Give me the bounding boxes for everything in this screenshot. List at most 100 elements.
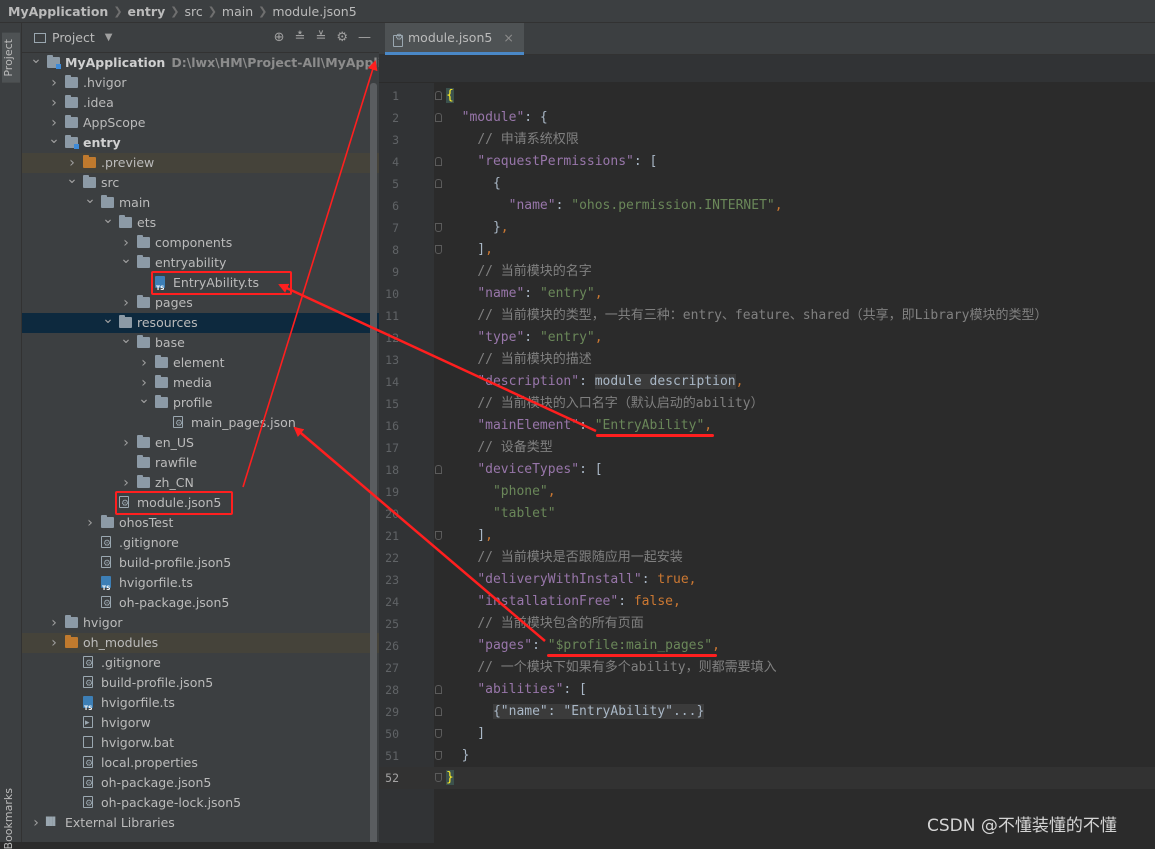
tree-item-myapplication[interactable]: ⌄ MyApplication D:\lwx\HM\Project-All\MyAp… bbox=[22, 51, 379, 73]
tree-item-hvigor[interactable]: › .hvigor bbox=[22, 73, 379, 93]
fold-marker-icon[interactable] bbox=[435, 773, 442, 782]
code-line[interactable]: 13 // 当前模块的描述 bbox=[379, 349, 1155, 371]
chevron-right-icon[interactable]: › bbox=[120, 473, 132, 493]
tree-item-oh-package-lock-json5[interactable]: oh-package-lock.json5 bbox=[22, 793, 379, 814]
bookmarks-tool-tab[interactable]: Bookmarks bbox=[2, 788, 15, 849]
code-line[interactable]: 24 "installationFree": false, bbox=[379, 591, 1155, 613]
tree-item-appscope[interactable]: › AppScope bbox=[22, 113, 379, 133]
project-tool-tab[interactable]: Project bbox=[2, 33, 20, 83]
chevron-down-icon[interactable]: ⌄ bbox=[102, 309, 114, 329]
fold-marker-icon[interactable] bbox=[435, 157, 442, 166]
chevron-down-icon[interactable]: ⌄ bbox=[48, 129, 60, 149]
code-line[interactable]: 20 "tablet" bbox=[379, 503, 1155, 525]
code-line[interactable]: 23 "deliveryWithInstall": true, bbox=[379, 569, 1155, 591]
tree-item-hvigorw[interactable]: hvigorw bbox=[22, 713, 379, 733]
code-line[interactable]: 16 "mainElement": "EntryAbility", bbox=[379, 415, 1155, 437]
fold-marker-icon[interactable] bbox=[435, 531, 442, 540]
fold-marker-icon[interactable] bbox=[435, 465, 442, 474]
tree-item-zh-cn[interactable]: › zh_CN bbox=[22, 473, 379, 493]
code-line[interactable]: 3 // 申请系统权限 bbox=[379, 129, 1155, 151]
code-area[interactable]: 1{2 "module": {3 // 申请系统权限 4 "requestPerm… bbox=[379, 85, 1155, 789]
tree-item-base[interactable]: ⌄ base bbox=[22, 331, 379, 353]
chevron-down-icon[interactable]: ⌄ bbox=[102, 209, 114, 229]
breadcrumb-item[interactable]: MyApplication bbox=[8, 4, 108, 19]
code-line[interactable]: 2 "module": { bbox=[379, 107, 1155, 129]
tree-item-hvigorfile-ts[interactable]: hvigorfile.ts bbox=[22, 693, 379, 719]
chevron-down-icon[interactable]: ⌄ bbox=[84, 189, 96, 209]
code-line[interactable]: 14 "description": module description, bbox=[379, 371, 1155, 393]
tree-item-en-us[interactable]: › en_US bbox=[22, 433, 379, 453]
fold-marker-icon[interactable] bbox=[435, 751, 442, 760]
chevron-right-icon[interactable]: › bbox=[48, 73, 60, 93]
breadcrumb-item[interactable]: src bbox=[184, 4, 202, 19]
chevron-right-icon[interactable]: › bbox=[48, 633, 60, 653]
tab-module-json5[interactable]: module.json5 × bbox=[385, 23, 524, 55]
tree-item-src[interactable]: ⌄ src bbox=[22, 171, 379, 193]
tree-item-oh-package-json5[interactable]: oh-package.json5 bbox=[22, 773, 379, 794]
chevron-down-icon[interactable]: ⌄ bbox=[30, 49, 42, 69]
expand-all-icon[interactable]: ≛ bbox=[295, 30, 306, 45]
tree-item-ohostest[interactable]: › ohosTest bbox=[22, 513, 379, 533]
tree-item-external-libraries[interactable]: › External Libraries bbox=[22, 812, 379, 833]
tree-item-entryability-ts[interactable]: EntryAbility.ts bbox=[22, 271, 379, 299]
breadcrumb-item[interactable]: module.json5 bbox=[272, 4, 356, 19]
chevron-down-icon[interactable]: ⌄ bbox=[66, 169, 78, 189]
tree-item-entry[interactable]: ⌄ entry bbox=[22, 131, 379, 153]
code-line[interactable]: 6 "name": "ohos.permission.INTERNET", bbox=[379, 195, 1155, 217]
chevron-right-icon[interactable]: › bbox=[84, 513, 96, 533]
fold-marker-icon[interactable] bbox=[435, 179, 442, 188]
gear-icon[interactable]: ⚙ bbox=[336, 30, 348, 45]
tree-item-module-json5[interactable]: module.json5 bbox=[22, 491, 379, 515]
chevron-right-icon[interactable]: › bbox=[48, 613, 60, 633]
hide-panel-icon[interactable]: — bbox=[358, 30, 371, 45]
code-line[interactable]: 50 ] bbox=[379, 723, 1155, 745]
locate-file-icon[interactable]: ⊕ bbox=[274, 30, 285, 45]
code-line[interactable]: 27 // 一个模块下如果有多个ability，则都需要填入 bbox=[379, 657, 1155, 679]
chevron-right-icon[interactable]: › bbox=[138, 353, 150, 373]
tree-item-resources[interactable]: ⌄ resources bbox=[22, 311, 379, 333]
chevron-right-icon[interactable]: › bbox=[120, 433, 132, 453]
code-line[interactable]: 4 "requestPermissions": [ bbox=[379, 151, 1155, 173]
tree-item-local-properties[interactable]: local.properties bbox=[22, 753, 379, 774]
tree-item-element[interactable]: › element bbox=[22, 353, 379, 373]
breadcrumb-item[interactable]: entry bbox=[128, 4, 166, 19]
code-line[interactable]: 9 // 当前模块的名字 bbox=[379, 261, 1155, 283]
fold-marker-icon[interactable] bbox=[435, 113, 442, 122]
tree-item-rawfile[interactable]: rawfile bbox=[22, 453, 379, 473]
chevron-down-icon[interactable]: ⌄ bbox=[120, 249, 132, 269]
code-line[interactable]: 29 {"name": "EntryAbility"...} bbox=[379, 701, 1155, 723]
code-line[interactable]: 8 ], bbox=[379, 239, 1155, 261]
chevron-down-icon[interactable]: ▼ bbox=[105, 32, 113, 43]
tree-item-build-profile-json5[interactable]: build-profile.json5 bbox=[22, 553, 379, 574]
fold-marker-icon[interactable] bbox=[435, 223, 442, 232]
tree-item-hvigorfile-ts[interactable]: hvigorfile.ts bbox=[22, 573, 379, 599]
code-line[interactable]: 19 "phone", bbox=[379, 481, 1155, 503]
tree-item-build-profile-json5[interactable]: build-profile.json5 bbox=[22, 673, 379, 694]
fold-marker-icon[interactable] bbox=[435, 245, 442, 254]
tree-item-main[interactable]: ⌄ main bbox=[22, 191, 379, 213]
tree-item-hvigor[interactable]: › hvigor bbox=[22, 613, 379, 633]
code-line[interactable]: 25 // 当前模块包含的所有页面 bbox=[379, 613, 1155, 635]
collapse-all-icon[interactable]: ≚ bbox=[315, 30, 326, 45]
tree-item-ets[interactable]: ⌄ ets bbox=[22, 211, 379, 233]
fold-marker-icon[interactable] bbox=[435, 707, 442, 716]
tree-item-media[interactable]: › media bbox=[22, 373, 379, 393]
fold-marker-icon[interactable] bbox=[435, 685, 442, 694]
chevron-down-icon[interactable]: ⌄ bbox=[120, 329, 132, 349]
breadcrumb-item[interactable]: main bbox=[222, 4, 253, 19]
tree-item-components[interactable]: › components bbox=[22, 233, 379, 253]
code-line[interactable]: 10 "name": "entry", bbox=[379, 283, 1155, 305]
code-line[interactable]: 52} bbox=[379, 767, 1155, 789]
code-line[interactable]: 5 { bbox=[379, 173, 1155, 195]
code-line[interactable]: 11 // 当前模块的类型，一共有三种：entry、feature、shared… bbox=[379, 305, 1155, 327]
project-view-selector[interactable]: Project bbox=[52, 30, 95, 45]
code-line[interactable]: 51 } bbox=[379, 745, 1155, 767]
chevron-down-icon[interactable]: ⌄ bbox=[138, 389, 150, 409]
code-line[interactable]: 17 // 设备类型 bbox=[379, 437, 1155, 459]
code-line[interactable]: 12 "type": "entry", bbox=[379, 327, 1155, 349]
tree-item-entryability[interactable]: ⌄ entryability bbox=[22, 251, 379, 273]
close-icon[interactable]: × bbox=[503, 30, 513, 45]
code-line[interactable]: 1{ bbox=[379, 85, 1155, 107]
chevron-right-icon[interactable]: › bbox=[48, 93, 60, 113]
tree-item-idea[interactable]: › .idea bbox=[22, 93, 379, 113]
